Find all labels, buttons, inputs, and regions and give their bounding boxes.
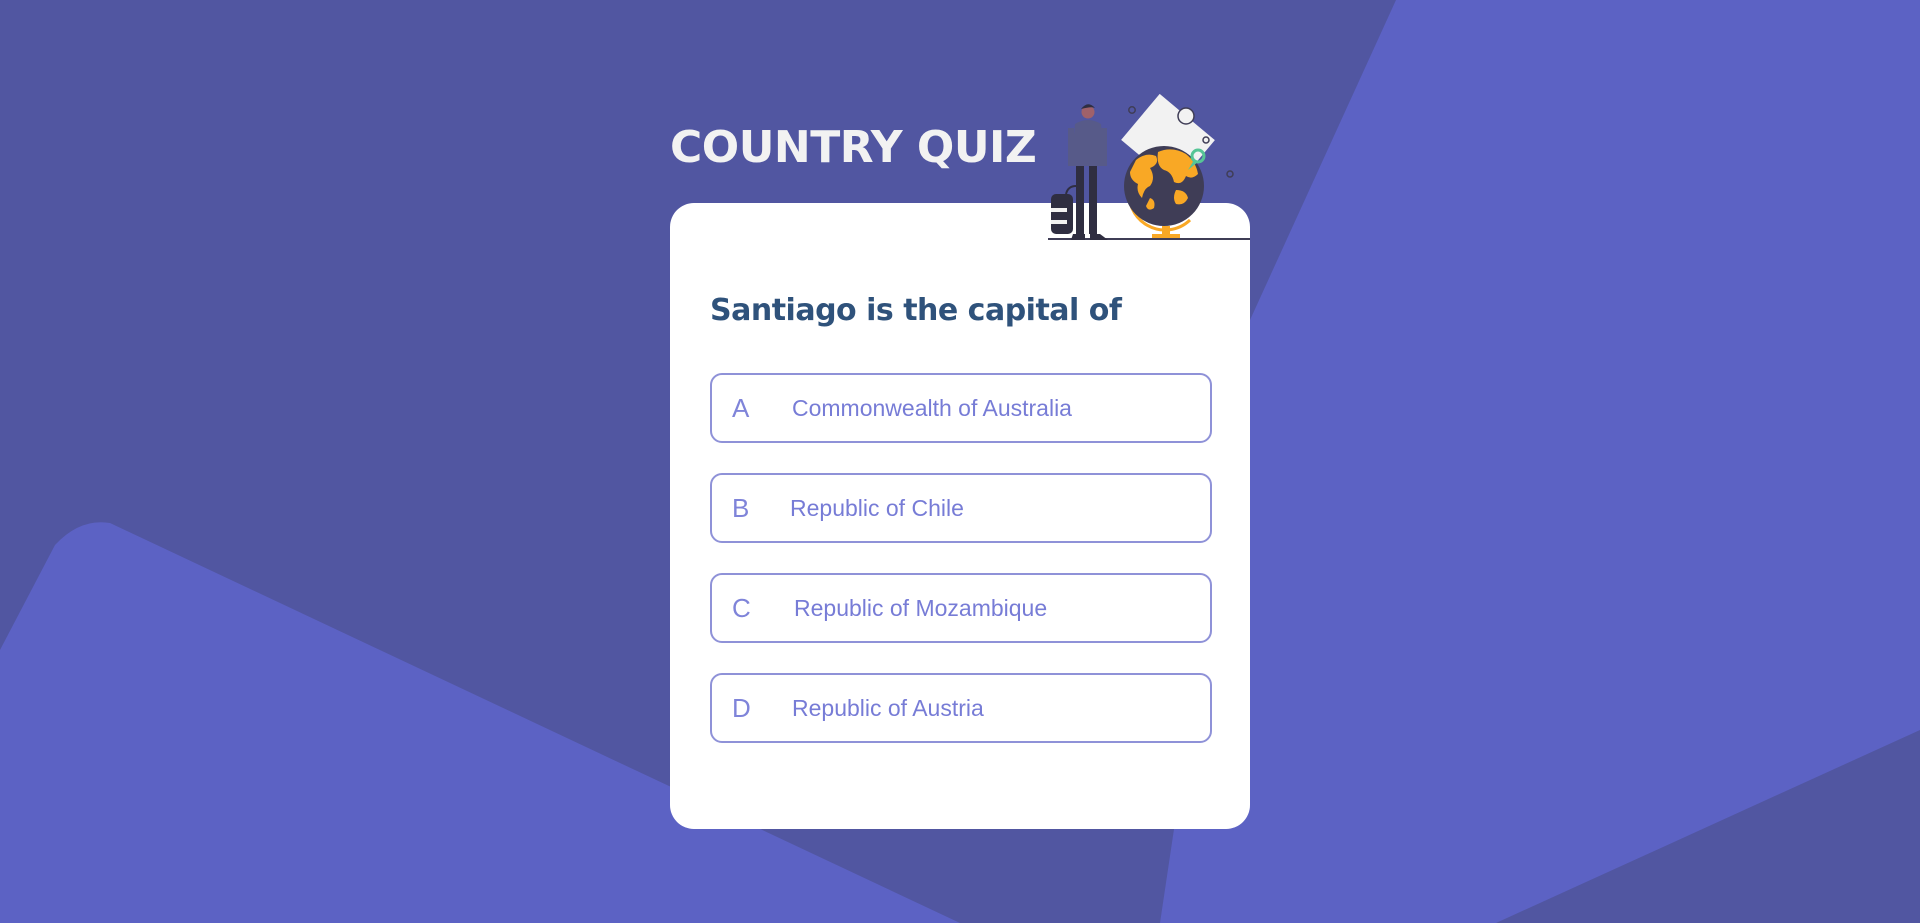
option-b-letter: B	[732, 493, 750, 523]
quiz-card: Santiago is the capital of A Commonwealt…	[670, 203, 1250, 829]
option-d-letter: D	[732, 693, 751, 723]
option-c-letter: C	[732, 593, 751, 623]
option-c-label: Republic of Mozambique	[794, 595, 1048, 621]
option-a-label: Commonwealth of Australia	[792, 395, 1072, 421]
question-text: Santiago is the capital of	[710, 293, 1122, 328]
option-d-label: Republic of Austria	[792, 695, 984, 721]
page-title: COUNTRY QUIZ	[670, 122, 1037, 173]
decor-circle-icon	[1128, 106, 1136, 114]
traveler-with-globe-illustration	[1048, 94, 1250, 240]
option-a-letter: A	[732, 393, 750, 423]
option-d-button[interactable]: D Republic of Austria	[710, 673, 1212, 743]
option-b-label: Republic of Chile	[790, 495, 964, 521]
option-c-button[interactable]: C Republic of Mozambique	[710, 573, 1212, 643]
traveler-person-icon	[1068, 104, 1108, 240]
option-b-button[interactable]: B Republic of Chile	[710, 473, 1212, 543]
backpack-icon	[1051, 185, 1077, 234]
decor-circle-icon	[1226, 170, 1234, 178]
option-a-button[interactable]: A Commonwealth of Australia	[710, 373, 1212, 443]
decor-circle-icon	[1177, 107, 1195, 125]
